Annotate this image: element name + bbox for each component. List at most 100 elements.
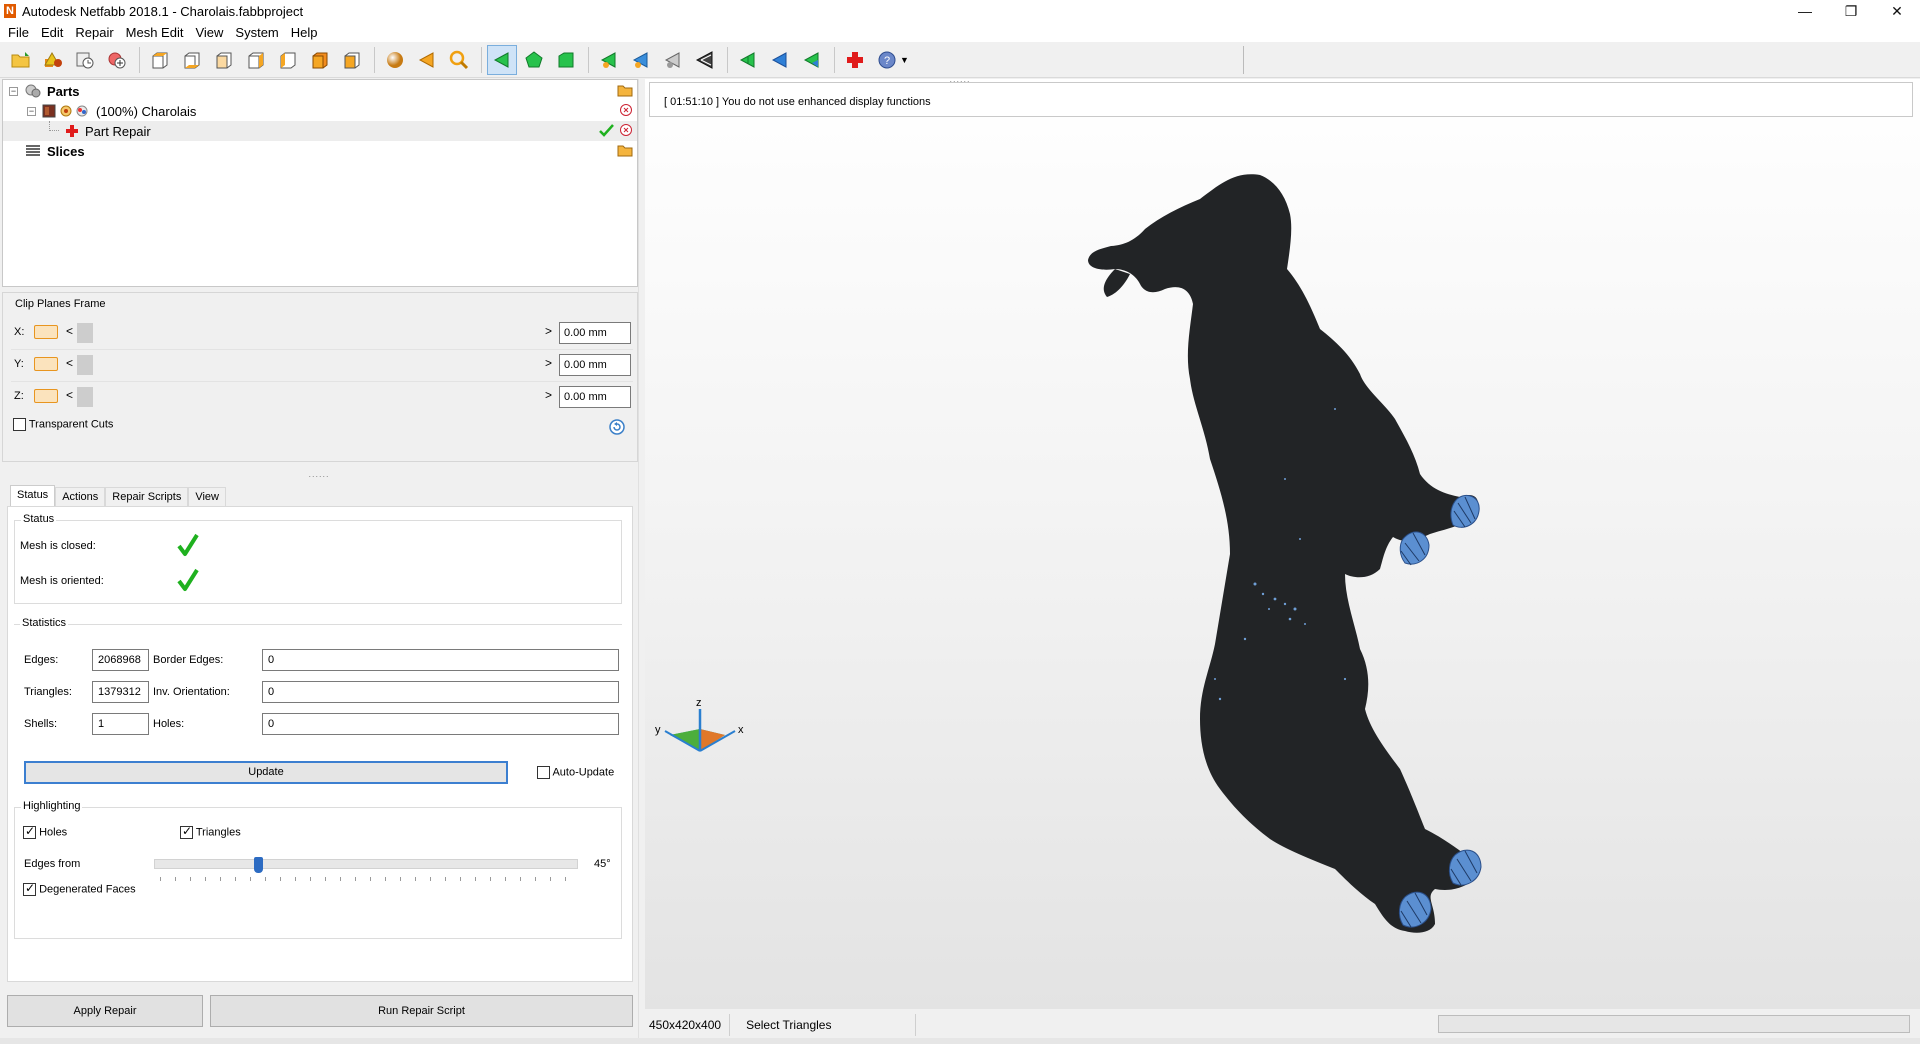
remove-triangle-button[interactable] xyxy=(626,45,656,75)
rotate-view-button[interactable] xyxy=(412,45,442,75)
holes-checkbox[interactable] xyxy=(23,824,36,839)
clip-slider-thumb[interactable] xyxy=(77,387,93,407)
add-support-button[interactable] xyxy=(102,45,132,75)
select-all-button[interactable] xyxy=(733,45,763,75)
view-back-button[interactable] xyxy=(241,45,271,75)
transparent-cuts-option[interactable]: Transparent Cuts xyxy=(13,418,113,431)
apply-check-icon[interactable] xyxy=(599,123,615,137)
clip-toggle-swatch[interactable] xyxy=(34,389,58,403)
clip-z-value[interactable]: 0.00 mm xyxy=(559,386,631,408)
collapse-icon[interactable]: − xyxy=(27,106,36,116)
edges-from-label: Edges from xyxy=(24,858,81,870)
green-pentagon-icon xyxy=(525,50,543,67)
panel-splitter-grip[interactable]: ...... xyxy=(304,470,334,479)
view-left-button[interactable] xyxy=(273,45,303,75)
clip-decrease-button[interactable]: < xyxy=(66,324,73,338)
clip-x-slider[interactable] xyxy=(77,323,545,343)
clip-slider-thumb[interactable] xyxy=(77,323,93,343)
view-right-button[interactable] xyxy=(305,45,335,75)
clip-decrease-button[interactable]: < xyxy=(66,356,73,370)
tree-row-slices[interactable]: Slices xyxy=(3,141,637,161)
view-top-button[interactable] xyxy=(145,45,175,75)
color-icon[interactable] xyxy=(76,105,88,117)
deselect-triangle-button[interactable] xyxy=(658,45,688,75)
close-button[interactable]: ✕ xyxy=(1874,0,1920,22)
minimize-button[interactable]: — xyxy=(1782,0,1828,22)
menu-help[interactable]: Help xyxy=(285,25,324,40)
clip-y-slider[interactable] xyxy=(77,355,545,375)
select-triangles-button[interactable] xyxy=(487,44,517,75)
menu-system[interactable]: System xyxy=(229,25,284,40)
auto-update-checkbox[interactable] xyxy=(537,766,550,779)
shading-button[interactable] xyxy=(380,45,410,75)
reset-clip-icon[interactable] xyxy=(608,418,626,436)
auto-update-option[interactable]: Auto-Update xyxy=(537,766,614,779)
select-mixed-button[interactable] xyxy=(797,45,827,75)
collapse-icon[interactable]: − xyxy=(9,86,18,96)
parts-label: Parts xyxy=(47,83,80,99)
toolbar-separator xyxy=(139,46,140,73)
add-triangle-button[interactable] xyxy=(594,45,624,75)
view-iso-button[interactable] xyxy=(337,45,367,75)
help-dropdown-icon[interactable]: ▼ xyxy=(900,55,909,65)
holes-highlight-option[interactable]: Holes xyxy=(23,824,67,839)
degenerated-faces-checkbox[interactable] xyxy=(23,881,36,896)
clip-x-value[interactable]: 0.00 mm xyxy=(559,322,631,344)
edges-angle-slider[interactable] xyxy=(154,857,578,873)
view-front-button[interactable] xyxy=(209,45,239,75)
cow-model[interactable]: z x y xyxy=(645,79,1920,1009)
zoom-button[interactable] xyxy=(444,45,474,75)
new-repair-button[interactable] xyxy=(840,45,870,75)
select-shell-button[interactable] xyxy=(551,45,581,75)
open-folder-icon[interactable] xyxy=(617,143,633,157)
menu-edit[interactable]: Edit xyxy=(35,25,69,40)
striped-triangle-icon xyxy=(695,50,713,69)
invert-selection-button[interactable] xyxy=(690,45,720,75)
clip-slider-thumb[interactable] xyxy=(77,355,93,375)
clip-toggle-swatch[interactable] xyxy=(34,357,58,371)
run-repair-script-button[interactable]: Run Repair Script xyxy=(210,995,633,1027)
measure-button[interactable] xyxy=(70,45,100,75)
restore-button[interactable]: ❐ xyxy=(1828,0,1874,22)
view-bottom-button[interactable] xyxy=(177,45,207,75)
tab-status[interactable]: Status xyxy=(10,485,56,507)
menu-repair[interactable]: Repair xyxy=(69,25,119,40)
clip-increase-button[interactable]: > xyxy=(545,324,552,338)
open-folder-icon[interactable] xyxy=(617,83,633,97)
close-repair-icon[interactable] xyxy=(619,123,633,137)
menu-file[interactable]: File xyxy=(2,25,35,40)
status-group-title: Status xyxy=(21,513,57,525)
visibility-icon[interactable] xyxy=(60,105,72,117)
select-blue-button[interactable] xyxy=(765,45,795,75)
tab-view[interactable]: View xyxy=(188,487,226,507)
help-button[interactable]: ? xyxy=(872,45,902,75)
edges-angle-slider-thumb[interactable] xyxy=(254,857,263,873)
menu-mesh-edit[interactable]: Mesh Edit xyxy=(120,25,190,40)
tree-row-parts[interactable]: − Parts xyxy=(3,81,637,101)
vertical-splitter[interactable] xyxy=(638,79,643,1039)
update-button[interactable]: Update xyxy=(24,761,508,784)
clip-increase-button[interactable]: > xyxy=(545,356,552,370)
triangles-checkbox[interactable] xyxy=(180,824,193,839)
tab-repair-scripts[interactable]: Repair Scripts xyxy=(105,487,189,507)
tab-actions[interactable]: Actions xyxy=(55,487,106,507)
triangles-highlight-option[interactable]: Triangles xyxy=(180,824,241,839)
clip-increase-button[interactable]: > xyxy=(545,388,552,402)
clip-z-slider[interactable] xyxy=(77,387,545,407)
apply-repair-button[interactable]: Apply Repair xyxy=(7,995,203,1027)
3d-viewport[interactable]: ...... [ 01:51:10 ] You do not use enhan… xyxy=(645,79,1920,1009)
cow-ear-mesh xyxy=(1103,269,1130,297)
tree-row-charolais[interactable]: − (100%) Charolais xyxy=(3,101,637,121)
close-part-icon[interactable] xyxy=(619,103,633,117)
menu-view[interactable]: View xyxy=(189,25,229,40)
highlighting-group: Highlighting xyxy=(14,800,622,939)
add-part-button[interactable] xyxy=(38,45,68,75)
tree-row-part-repair[interactable]: Part Repair xyxy=(3,121,637,141)
degenerated-faces-option[interactable]: Degenerated Faces xyxy=(23,881,136,896)
transparent-cuts-checkbox[interactable] xyxy=(13,418,26,431)
clip-toggle-swatch[interactable] xyxy=(34,325,58,339)
select-surface-button[interactable] xyxy=(519,45,549,75)
clip-y-value[interactable]: 0.00 mm xyxy=(559,354,631,376)
clip-decrease-button[interactable]: < xyxy=(66,388,73,402)
open-project-button[interactable] xyxy=(6,45,36,75)
